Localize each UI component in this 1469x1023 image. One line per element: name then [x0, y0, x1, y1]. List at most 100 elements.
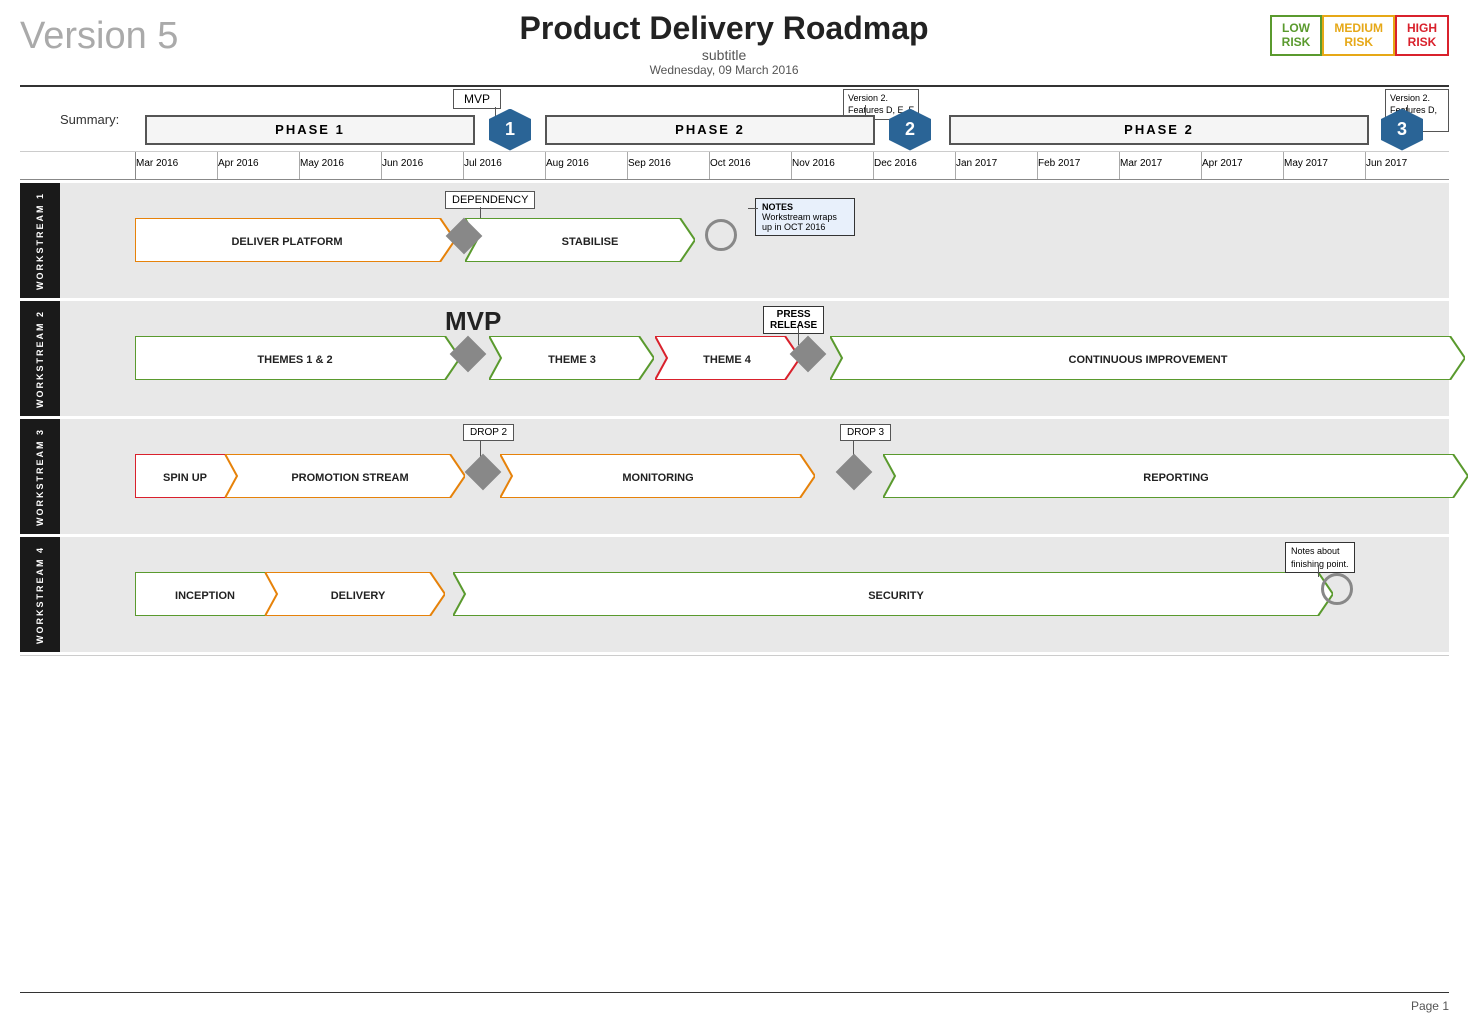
- workstream1-row: WORKSTREAM 1 DELIVER PLATFORM DEPENDENCY…: [20, 183, 1449, 298]
- svg-text:INCEPTION: INCEPTION: [175, 590, 235, 602]
- svg-text:STABILISE: STABILISE: [562, 236, 619, 248]
- ws1-label: WORKSTREAM 1: [35, 192, 45, 290]
- ws1-spacer: [60, 183, 135, 298]
- ws3-label: WORKSTREAM 3: [35, 428, 45, 526]
- page-container: Version 5 Product Delivery Roadmap subti…: [0, 0, 1469, 1023]
- delivery-shape: DELIVERY: [265, 572, 445, 616]
- phase2b-box: PHASE 2: [949, 115, 1369, 145]
- month-jun2017: Jun 2017: [1365, 152, 1447, 179]
- month-feb2017: Feb 2017: [1037, 152, 1119, 179]
- header: Version 5 Product Delivery Roadmap subti…: [20, 10, 1449, 77]
- month-jan2017: Jan 2017: [955, 152, 1037, 179]
- low-risk-label: LOWRISK: [1282, 21, 1311, 49]
- ws3-spacer: [60, 419, 135, 534]
- ws2-spacer: [60, 301, 135, 416]
- ws1-notes-box: NOTES Workstream wrapsup in OCT 2016: [755, 198, 855, 236]
- title-block: Product Delivery Roadmap subtitle Wednes…: [178, 10, 1269, 77]
- ws1-content: DELIVER PLATFORM DEPENDENCY STABILISE N: [135, 183, 1449, 298]
- ws2-label-container: WORKSTREAM 2: [20, 301, 60, 416]
- risk-medium-box: MEDIUMRISK: [1322, 15, 1395, 56]
- svg-text:THEME 4: THEME 4: [703, 354, 752, 366]
- ws1-label-container: WORKSTREAM 1: [20, 183, 60, 298]
- summary-content: MVP Version 2.Features D, E, F Version 2…: [135, 87, 1449, 152]
- ws4-circle: [1321, 573, 1353, 605]
- ws3-label-container: WORKSTREAM 3: [20, 419, 60, 534]
- ws1-notes-body: Workstream wrapsup in OCT 2016: [762, 212, 848, 232]
- svg-text:SPIN UP: SPIN UP: [163, 472, 207, 484]
- month-oct2016: Oct 2016: [709, 152, 791, 179]
- press-callout-line: [798, 327, 799, 345]
- press-release-box: PRESSRELEASE: [763, 306, 824, 334]
- phase1-box: PHASE 1: [145, 115, 475, 145]
- ws1-notes-title: NOTES: [762, 202, 848, 212]
- month-sep2016: Sep 2016: [627, 152, 709, 179]
- ws3-content: SPIN UP PROMOTION STREAM DROP 2 MONITORI…: [135, 419, 1449, 534]
- ws2-label: WORKSTREAM 2: [35, 310, 45, 408]
- svg-text:REPORTING: REPORTING: [1143, 472, 1208, 484]
- workstream4-row: WORKSTREAM 4 INCEPTION DELIVERY SECURITY: [20, 537, 1449, 652]
- theme3-shape: THEME 3: [489, 336, 654, 380]
- workstream2-row: WORKSTREAM 2 THEMES 1 & 2 MVP THEME 3: [20, 301, 1449, 416]
- month-nov2016: Nov 2016: [791, 152, 873, 179]
- month-may2017: May 2017: [1283, 152, 1365, 179]
- ws2-content: THEMES 1 & 2 MVP THEME 3 THEME 4: [135, 301, 1449, 416]
- ws4-content: INCEPTION DELIVERY SECURITY Notes aboutf…: [135, 537, 1449, 652]
- svg-text:THEME 3: THEME 3: [548, 354, 596, 366]
- month-jul2016: Jul 2016: [463, 152, 545, 179]
- svg-text:SECURITY: SECURITY: [868, 590, 924, 602]
- svg-text:CONTINUOUS IMPROVEMENT: CONTINUOUS IMPROVEMENT: [1069, 354, 1228, 366]
- month-may2016: May 2016: [299, 152, 381, 179]
- risk-legend: LOWRISK MEDIUMRISK HIGHRISK: [1270, 15, 1449, 56]
- risk-high-box: HIGHRISK: [1395, 15, 1449, 56]
- svg-text:PROMOTION STREAM: PROMOTION STREAM: [291, 472, 408, 484]
- ws4-label-container: WORKSTREAM 4: [20, 537, 60, 652]
- page-footer: Page 1: [1411, 999, 1449, 1013]
- month-aug2016: Aug 2016: [545, 152, 627, 179]
- themes12-shape: THEMES 1 & 2: [135, 336, 460, 380]
- promo-shape: PROMOTION STREAM: [225, 454, 465, 498]
- mvp-callout-box: MVP: [453, 89, 501, 109]
- deliver-platform-shape: DELIVER PLATFORM: [135, 218, 455, 262]
- month-mar2016: Mar 2016: [135, 152, 217, 179]
- theme4-shape: THEME 4: [655, 336, 800, 380]
- ws3-diamond2: [836, 454, 873, 491]
- svg-text:MONITORING: MONITORING: [622, 472, 693, 484]
- month-header: Mar 2016 Apr 2016 May 2016 Jun 2016 Jul …: [20, 152, 1449, 180]
- ci-shape: CONTINUOUS IMPROVEMENT: [830, 336, 1465, 380]
- finish-note-line: [1318, 565, 1319, 577]
- ws1-notes-line: [748, 208, 758, 209]
- svg-text:DELIVER PLATFORM: DELIVER PLATFORM: [231, 236, 342, 248]
- workstream3-row: WORKSTREAM 3 SPIN UP PROMOTION STREAM DR…: [20, 419, 1449, 534]
- security-shape: SECURITY: [453, 572, 1333, 616]
- month-apr2017: Apr 2017: [1201, 152, 1283, 179]
- phase2a-box: PHASE 2: [545, 115, 875, 145]
- medium-risk-label: MEDIUMRISK: [1334, 21, 1383, 49]
- dependency-box: DEPENDENCY: [445, 191, 535, 209]
- monitoring-shape: MONITORING: [500, 454, 815, 498]
- stabilise-shape: STABILISE: [465, 218, 695, 262]
- date-label: Wednesday, 09 March 2016: [178, 63, 1269, 77]
- mvp-large-label: MVP: [445, 306, 501, 337]
- svg-text:DELIVERY: DELIVERY: [331, 590, 386, 602]
- page-label: Page 1: [1411, 999, 1449, 1013]
- timeline-area: Summary: MVP Version 2.Features D, E, F …: [20, 85, 1449, 656]
- month-apr2016: Apr 2016: [217, 152, 299, 179]
- months-container: Mar 2016 Apr 2016 May 2016 Jun 2016 Jul …: [135, 152, 1449, 179]
- month-jun2016: Jun 2016: [381, 152, 463, 179]
- main-title: Product Delivery Roadmap: [178, 10, 1269, 47]
- risk-low-box: LOWRISK: [1270, 15, 1323, 56]
- reporting-shape: REPORTING: [883, 454, 1468, 498]
- footer-line: [20, 992, 1449, 993]
- summary-label: Summary:: [20, 112, 135, 127]
- svg-text:THEMES 1 & 2: THEMES 1 & 2: [257, 354, 332, 366]
- month-dec2016: Dec 2016: [873, 152, 955, 179]
- month-mar2017: Mar 2017: [1119, 152, 1201, 179]
- drop2-box: DROP 2: [463, 424, 514, 441]
- version-label: Version 5: [20, 15, 178, 58]
- high-risk-label: HIGHRISK: [1407, 21, 1437, 49]
- finish-note-box: Notes aboutfinishing point.: [1285, 542, 1355, 573]
- ws4-label: WORKSTREAM 4: [35, 546, 45, 644]
- ws3-diamond1: [465, 454, 502, 491]
- inception-shape: INCEPTION: [135, 572, 280, 616]
- summary-row: Summary: MVP Version 2.Features D, E, F …: [20, 87, 1449, 152]
